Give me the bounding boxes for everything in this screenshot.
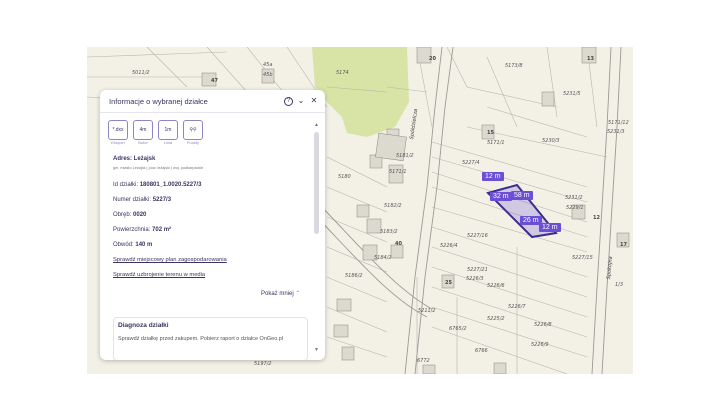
parcel-label: 5183/2 (380, 229, 398, 235)
tool-label: Linia (163, 140, 173, 145)
parcel-label: 5231/3 (607, 129, 625, 135)
diagnosis-title: Diagnoza działki (118, 322, 169, 329)
parcel-label: 5171/1 (389, 169, 407, 175)
parcel-label: 5181/2 (396, 153, 414, 159)
parcel-label: 5225/2 (487, 316, 505, 322)
parcel-label: 5226/9 (531, 342, 549, 348)
zoning-plan-link[interactable]: Sprawdź miejscowy plan zagospodarowania (113, 257, 227, 263)
parcel-label: 5171/12 (608, 120, 629, 126)
points-icon[interactable]: ⚲⚲ (183, 120, 203, 140)
measurement-label: 32 m (490, 192, 512, 201)
green-area (312, 47, 409, 137)
parcel-number-row: Numer działki: 5227/3 (113, 197, 172, 203)
panel-title: Informacje o wybranej działce (109, 97, 208, 106)
parcel-label: 1/3 (615, 282, 624, 288)
show-less-button[interactable]: Pokaż mniej ⌃ (261, 290, 300, 297)
parcel-label: 5182/2 (384, 203, 402, 209)
parcel-label: 5211/2 (418, 308, 436, 314)
chevron-down-icon[interactable]: ⌄ (296, 96, 306, 106)
tool-label: Bufor (138, 140, 148, 145)
parcel-label: 5231/2 (565, 195, 583, 201)
parcel-label: 5231/5 (563, 91, 581, 97)
parcel-label: 12 (593, 215, 600, 221)
parcel-label: 45b (263, 72, 273, 78)
parcel-label: 5227/21 (467, 267, 488, 273)
parcel-label: 5171/1 (487, 140, 505, 146)
parcel-label: 45a (263, 62, 273, 68)
parcel-label: 40 (395, 241, 402, 247)
parcel-label: 5186/2 (345, 273, 363, 279)
panel-scrollbar[interactable]: ▲ ▼ (314, 123, 319, 356)
help-circle-icon[interactable]: ? (284, 97, 293, 106)
parcel-label: 5197/2 (254, 361, 272, 367)
parcel-label: 5184/2 (374, 255, 392, 261)
parcel-label: 5226/6 (487, 283, 505, 289)
parcel-label: 17 (620, 242, 627, 248)
tool-label: Eksport (111, 140, 125, 145)
measurement-label: 58 m (511, 191, 533, 200)
parcel-label: 5226/3 (466, 276, 484, 282)
parcel-label: 5227/15 (572, 255, 593, 261)
scroll-down-icon[interactable]: ▼ (314, 348, 319, 353)
diagnosis-card[interactable]: Diagnoza działki Sprawdź działkę przed z… (113, 317, 308, 360)
parcel-label: 5226/8 (534, 322, 552, 328)
parcel-label: 5226/7 (508, 304, 526, 310)
parcel-label: 5227/4 (462, 160, 480, 166)
parcel-label: 25 (445, 280, 452, 286)
parcel-id-row: Id działki: 180801_1.0020.5227/3 (113, 182, 202, 188)
area-row: Powierzchnia: 702 m² (113, 227, 172, 233)
diagnosis-text: Sprawdź działkę przed zakupem. Pobierz r… (118, 336, 284, 342)
parcel-label: 20 (429, 56, 436, 62)
export-tool[interactable]: *.dxx Eksport (108, 120, 128, 150)
parcel-label: 15 (487, 130, 494, 136)
line-tool[interactable]: 1m Linia (158, 120, 178, 150)
parcel-label: 5229/1 (566, 205, 584, 211)
obreb-row: Obręb: 0020 (113, 212, 147, 218)
scroll-up-icon[interactable]: ▲ (314, 123, 319, 128)
buffer-icon[interactable]: 4m (133, 120, 153, 140)
chevron-up-icon: ⌃ (295, 291, 301, 297)
parcel-label: 6765/2 (449, 326, 467, 332)
parcel-label: 47 (211, 78, 218, 84)
close-icon[interactable]: ✕ (309, 96, 319, 106)
panel-header: Informacje o wybranej działce ? ⌄ ✕ (100, 90, 325, 113)
scroll-thumb[interactable] (314, 132, 319, 234)
address-label: Adres: Leżajsk (113, 156, 156, 162)
parcel-info-panel: Informacje o wybranej działce ? ⌄ ✕ *.dx… (100, 90, 325, 360)
parcel-label: 5230/3 (542, 138, 560, 144)
parcel-label: 6772 (417, 358, 430, 364)
tool-label: Punkty (186, 140, 200, 145)
parcel-label: 5174 (336, 70, 349, 76)
address-sub: gm. miasto Leżajsk | pow. leżajski | woj… (113, 166, 204, 170)
export-icon[interactable]: *.dxx (108, 120, 128, 140)
perimeter-row: Obwód: 140 m (113, 242, 153, 248)
parcel-label: 5226/4 (440, 243, 458, 249)
parcel-label: 5011/2 (132, 70, 150, 76)
parcel-label: 13 (587, 56, 594, 62)
measurement-label: 12 m (482, 172, 504, 181)
measurement-label: 12 m (539, 223, 561, 232)
parcel-label: 5173/8 (505, 63, 523, 69)
buffer-tool[interactable]: 4m Bufor (133, 120, 153, 150)
parcel-label: 6766 (475, 348, 488, 354)
utilities-link[interactable]: Sprawdź uzbrojenie terenu w media (113, 272, 205, 278)
line-icon[interactable]: 1m (158, 120, 178, 140)
points-tool[interactable]: ⚲⚲ Punkty (183, 120, 203, 150)
parcel-label: 5227/16 (467, 233, 488, 239)
parcel-label: 5180 (338, 174, 351, 180)
